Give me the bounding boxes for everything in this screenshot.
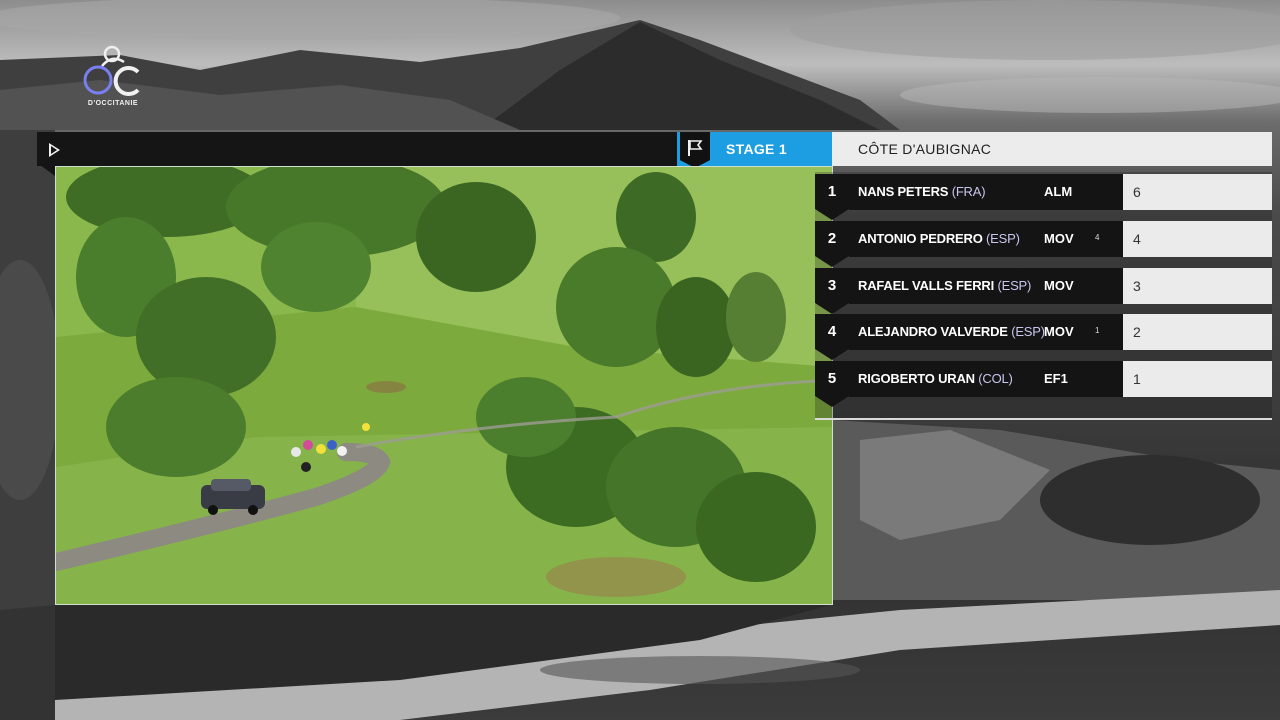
team-code: ALM xyxy=(1044,184,1073,199)
points: 2 xyxy=(1133,324,1141,340)
cyclist-logo-icon xyxy=(83,45,140,96)
rider-name-text: ANTONIO PEDRERO xyxy=(858,231,983,246)
rider-nationality: (ESP) xyxy=(997,278,1032,293)
points: 3 xyxy=(1133,278,1141,294)
rank: 4 xyxy=(827,323,837,340)
standings-row: 2 ANTONIO PEDRERO (ESP) MOV 4 4 xyxy=(815,221,1272,267)
points: 1 xyxy=(1133,371,1141,387)
flag-icon xyxy=(688,140,703,156)
points-background xyxy=(1123,174,1272,210)
rider-nationality: (FRA) xyxy=(951,184,986,199)
logo-subtext: D'OCCITANIE xyxy=(87,100,139,107)
rider-name-text: ALEJANDRO VALVERDE xyxy=(858,324,1008,339)
standings-row: 5 RIGOBERTO URAN (COL) EF1 1 xyxy=(815,361,1272,407)
rider-name-text: RAFAEL VALLS FERRI xyxy=(858,278,995,293)
rider-name: RIGOBERTO URAN (COL) xyxy=(858,361,1013,397)
team-code: MOV xyxy=(1044,324,1074,339)
team-code: MOV xyxy=(1044,278,1074,293)
standings-row: 1 NANS PETERS (FRA) ALM 6 xyxy=(815,174,1272,220)
rider-name: ALEJANDRO VALVERDE (ESP) xyxy=(858,314,1045,350)
points-background xyxy=(1123,314,1272,350)
race-footage xyxy=(56,167,832,604)
position-change: 4 xyxy=(1095,233,1100,242)
standings-row: 3 RAFAEL VALLS FERRI (ESP) MOV 3 xyxy=(815,268,1272,314)
rider-nationality: (ESP) xyxy=(986,231,1020,246)
rider-name: RAFAEL VALLS FERRI (ESP) xyxy=(858,268,1031,304)
points-background xyxy=(1123,361,1272,397)
rank: 5 xyxy=(827,370,837,387)
rank: 2 xyxy=(827,230,837,247)
stage-label: STAGE 1 xyxy=(726,141,787,157)
points-background xyxy=(1123,221,1272,257)
rider-name: ANTONIO PEDRERO (ESP) xyxy=(858,221,1020,257)
position-change: 1 xyxy=(1095,326,1100,335)
points-background xyxy=(1123,268,1272,304)
points: 4 xyxy=(1133,231,1141,247)
play-icon xyxy=(49,143,60,157)
event-logo: D'OCCITANIE xyxy=(80,40,146,114)
rank: 1 xyxy=(827,183,837,200)
rider-name-text: RIGOBERTO URAN xyxy=(858,371,975,386)
points: 6 xyxy=(1133,184,1141,200)
rider-nationality: (COL) xyxy=(978,371,1013,386)
rider-name: NANS PETERS (FRA) xyxy=(858,174,986,210)
rank: 3 xyxy=(827,277,837,294)
rider-nationality: (ESP) xyxy=(1011,324,1045,339)
top-bar xyxy=(37,132,677,166)
rider-name-text: NANS PETERS xyxy=(858,184,949,199)
team-code: EF1 xyxy=(1044,371,1068,386)
video-feed xyxy=(55,166,833,605)
standings-row: 4 ALEJANDRO VALVERDE (ESP) MOV 1 2 xyxy=(815,314,1272,360)
team-code: MOV xyxy=(1044,231,1074,246)
climb-name: CÔTE D'AUBIGNAC xyxy=(858,141,992,157)
